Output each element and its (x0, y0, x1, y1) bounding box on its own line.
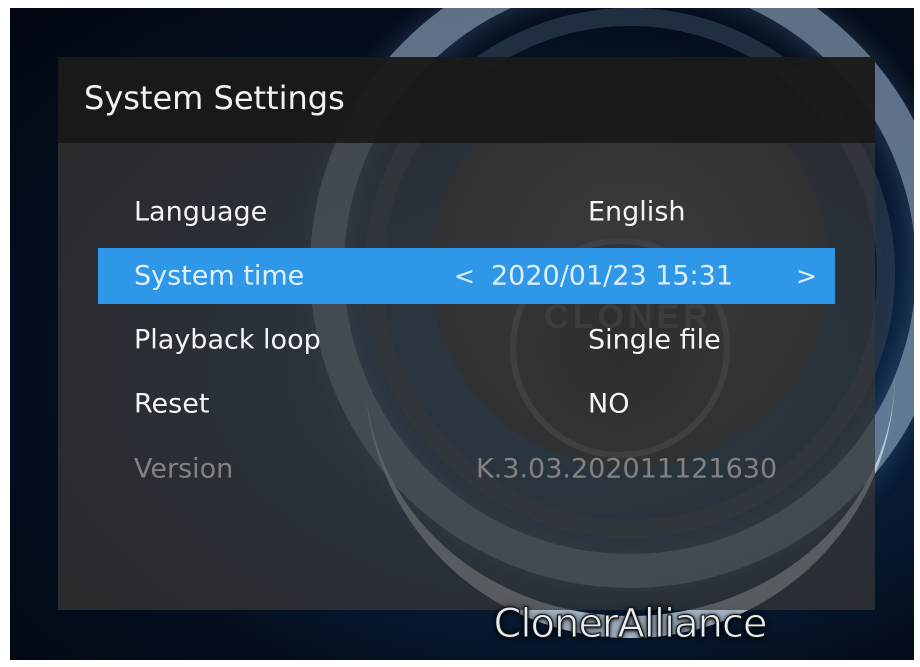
setting-label-language: Language (134, 196, 268, 228)
setting-value-playback-loop: Single file (588, 324, 721, 356)
setting-row-language[interactable]: Language English (98, 184, 835, 240)
setting-row-playback-loop[interactable]: Playback loop Single file (98, 312, 835, 368)
panel-header: System Settings (58, 57, 875, 143)
chevron-left-icon[interactable]: < (454, 262, 475, 291)
brand-logo: ClonerAlliance (493, 601, 768, 648)
setting-value-reset: NO (588, 388, 630, 420)
system-settings-panel: System Settings Language English System … (58, 57, 875, 610)
setting-label-system-time: System time (134, 260, 305, 292)
setting-value-version: K.3.03.202011121630 (476, 453, 778, 485)
screen: CLONER System Settings Language English … (10, 8, 914, 660)
setting-row-system-time[interactable]: System time < 2020/01/23 15:31 > (98, 248, 835, 304)
setting-value-system-time: 2020/01/23 15:31 (491, 260, 734, 292)
setting-value-language: English (588, 196, 686, 228)
page-title: System Settings (84, 79, 345, 117)
chevron-right-icon[interactable]: > (796, 262, 817, 291)
setting-label-reset: Reset (134, 388, 210, 420)
setting-label-playback-loop: Playback loop (134, 324, 321, 356)
setting-row-version: Version K.3.03.202011121630 (98, 441, 835, 497)
setting-label-version: Version (134, 453, 234, 485)
setting-row-reset[interactable]: Reset NO (98, 376, 835, 432)
